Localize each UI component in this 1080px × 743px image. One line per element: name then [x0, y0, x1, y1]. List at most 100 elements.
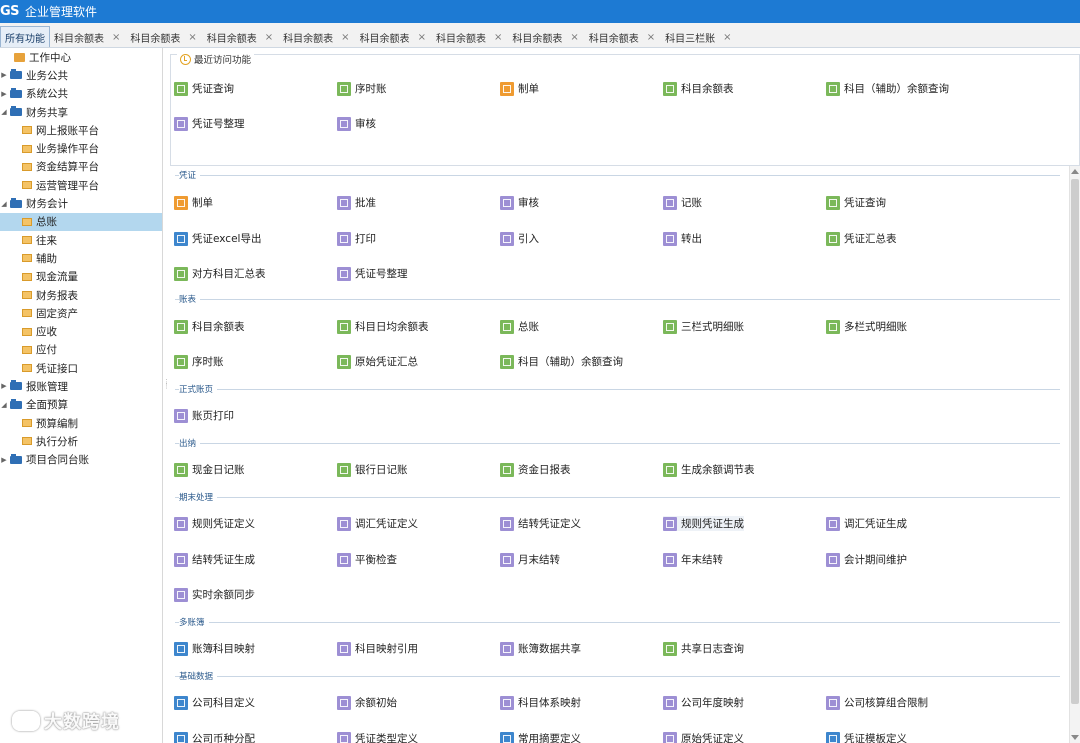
func-realtime-balance-sync[interactable]: 实时余额同步: [174, 587, 255, 602]
func-year-end-close[interactable]: 年末结转: [663, 552, 723, 567]
sidebar-item-work-center[interactable]: 工作中心: [0, 48, 162, 66]
scroll-down-icon[interactable]: [1071, 735, 1079, 740]
close-icon[interactable]: ×: [341, 32, 349, 43]
tab-all-functions[interactable]: 所有功能: [0, 26, 50, 47]
expand-arrow-icon[interactable]: ▶: [0, 456, 8, 464]
func-fund-daily-report[interactable]: 资金日报表: [500, 462, 571, 477]
func-month-end-close[interactable]: 月末结转: [500, 552, 560, 567]
tab-item[interactable]: 科目三栏账 ×: [661, 27, 737, 47]
func-original-voucher-summary[interactable]: 原始凭证汇总: [337, 354, 418, 369]
recent-journal[interactable]: 序时账: [337, 81, 387, 96]
func-journal[interactable]: 序时账: [174, 354, 224, 369]
collapse-arrow-icon[interactable]: ◢: [0, 108, 8, 116]
tab-item[interactable]: 科目余额表 ×: [508, 27, 584, 47]
func-contra-account-summary[interactable]: 对方科目汇总表: [174, 266, 266, 281]
func-combo-restriction[interactable]: 公司核算组合限制: [826, 695, 928, 710]
sidebar-item-current-accounts[interactable]: 往来: [0, 231, 162, 249]
sidebar-item-online-reimburse[interactable]: 网上报账平台: [0, 121, 162, 139]
func-cash-journal[interactable]: 现金日记账: [174, 462, 245, 477]
vertical-scrollbar[interactable]: [1069, 166, 1080, 743]
scroll-up-icon[interactable]: [1071, 169, 1079, 174]
expand-arrow-icon[interactable]: ▶: [0, 90, 8, 98]
func-page-print[interactable]: 账页打印: [174, 408, 234, 423]
close-icon[interactable]: ×: [723, 32, 731, 43]
sidebar-item-full-budget[interactable]: ◢ 全面预算: [0, 396, 162, 414]
func-fx-voucher-gen[interactable]: 调汇凭证生成: [826, 516, 907, 531]
sidebar-item-ops-management[interactable]: 运营管理平台: [0, 176, 162, 194]
tab-item[interactable]: 科目余额表 ×: [50, 27, 126, 47]
func-share-log-query[interactable]: 共享日志查询: [663, 641, 744, 656]
func-period-maintain[interactable]: 会计期间维护: [826, 552, 907, 567]
func-aux-balance-query[interactable]: 科目（辅助）余额查询: [500, 354, 623, 369]
sidebar-item-voucher-interface[interactable]: 凭证接口: [0, 359, 162, 377]
recent-voucher-query[interactable]: 凭证查询: [174, 81, 234, 96]
func-balance-check[interactable]: 平衡检查: [337, 552, 397, 567]
func-currency-allocation[interactable]: 公司币种分配: [174, 731, 255, 743]
tab-item[interactable]: 科目余额表 ×: [585, 27, 661, 47]
func-company-year-map[interactable]: 公司年度映射: [663, 695, 744, 710]
func-company-account-def[interactable]: 公司科目定义: [174, 695, 255, 710]
func-rule-voucher-gen[interactable]: 规则凭证生成: [663, 516, 744, 531]
func-voucher-query[interactable]: 凭证查询: [826, 195, 886, 210]
func-multi-column-detail[interactable]: 多栏式明细账: [826, 319, 907, 334]
close-icon[interactable]: ×: [188, 32, 196, 43]
sidebar-item-reimburse-mgmt[interactable]: ▶ 报账管理: [0, 377, 162, 395]
func-opening-balance[interactable]: 余额初始: [337, 695, 397, 710]
func-original-voucher-def[interactable]: 原始凭证定义: [663, 731, 744, 743]
func-three-column-detail[interactable]: 三栏式明细账: [663, 319, 744, 334]
func-voucher-template-def[interactable]: 凭证模板定义: [826, 731, 907, 743]
func-account-system-map[interactable]: 科目体系映射: [500, 695, 581, 710]
close-icon[interactable]: ×: [647, 32, 655, 43]
func-voucher-renumber[interactable]: 凭证号整理: [337, 266, 408, 281]
close-icon[interactable]: ×: [494, 32, 502, 43]
sidebar-item-fixed-assets[interactable]: 固定资产: [0, 304, 162, 322]
func-approve[interactable]: 批准: [337, 195, 376, 210]
recent-aux-balance-query[interactable]: 科目（辅助）余额查询: [826, 81, 949, 96]
sidebar-item-receivable[interactable]: 应收: [0, 322, 162, 340]
func-voucher-summary[interactable]: 凭证汇总表: [826, 231, 897, 246]
expand-arrow-icon[interactable]: ▶: [0, 71, 8, 79]
tab-item[interactable]: 科目余额表 ×: [432, 27, 508, 47]
sidebar-item-financial-accounting[interactable]: ◢ 财务会计: [0, 194, 162, 212]
func-book-data-share[interactable]: 账簿数据共享: [500, 641, 581, 656]
recent-account-balance[interactable]: 科目余额表: [663, 81, 734, 96]
func-general-ledger[interactable]: 总账: [500, 319, 539, 334]
func-post[interactable]: 记账: [663, 195, 702, 210]
func-fx-voucher-def[interactable]: 调汇凭证定义: [337, 516, 418, 531]
tab-item[interactable]: 科目余额表 ×: [203, 27, 279, 47]
collapse-arrow-icon[interactable]: ◢: [0, 200, 8, 208]
sidebar-item-financial-reports[interactable]: 财务报表: [0, 286, 162, 304]
sidebar-item-exec-analysis[interactable]: 执行分析: [0, 432, 162, 450]
sidebar-item-business-ops[interactable]: 业务操作平台: [0, 139, 162, 157]
sidebar-item-cash-flow[interactable]: 现金流量: [0, 268, 162, 286]
sidebar-item-payable[interactable]: 应付: [0, 341, 162, 359]
scroll-thumb[interactable]: [1071, 179, 1079, 704]
recent-audit[interactable]: 审核: [337, 116, 376, 131]
tab-item[interactable]: 科目余额表 ×: [356, 27, 432, 47]
sidebar-item-business-common[interactable]: ▶ 业务公共: [0, 66, 162, 84]
sidebar-item-budget-prep[interactable]: 预算编制: [0, 414, 162, 432]
func-reconciliation[interactable]: 生成余额调节表: [663, 462, 755, 477]
func-daily-avg-balance[interactable]: 科目日均余额表: [337, 319, 429, 334]
func-rule-voucher-def[interactable]: 规则凭证定义: [174, 516, 255, 531]
collapse-arrow-icon[interactable]: ◢: [0, 401, 8, 409]
func-summary-def[interactable]: 常用摘要定义: [500, 731, 581, 743]
func-carryover-voucher-gen[interactable]: 结转凭证生成: [174, 552, 255, 567]
close-icon[interactable]: ×: [570, 32, 578, 43]
tab-item[interactable]: 科目余额表 ×: [279, 27, 355, 47]
sidebar-item-fund-settlement[interactable]: 资金结算平台: [0, 158, 162, 176]
func-bank-journal[interactable]: 银行日记账: [337, 462, 408, 477]
func-voucher-excel-export[interactable]: 凭证excel导出: [174, 231, 261, 246]
recent-make-voucher[interactable]: 制单: [500, 81, 539, 96]
sidebar-item-finance-share[interactable]: ◢ 财务共享: [0, 103, 162, 121]
func-audit[interactable]: 审核: [500, 195, 539, 210]
sidebar-item-project-contract[interactable]: ▶ 项目合同台账: [0, 451, 162, 469]
sidebar-item-auxiliary[interactable]: 辅助: [0, 249, 162, 267]
func-account-map-ref[interactable]: 科目映射引用: [337, 641, 418, 656]
close-icon[interactable]: ×: [418, 32, 426, 43]
close-icon[interactable]: ×: [112, 32, 120, 43]
func-make-voucher[interactable]: 制单: [174, 195, 213, 210]
func-print[interactable]: 打印: [337, 231, 376, 246]
func-import[interactable]: 引入: [500, 231, 539, 246]
func-book-account-map[interactable]: 账簿科目映射: [174, 641, 255, 656]
